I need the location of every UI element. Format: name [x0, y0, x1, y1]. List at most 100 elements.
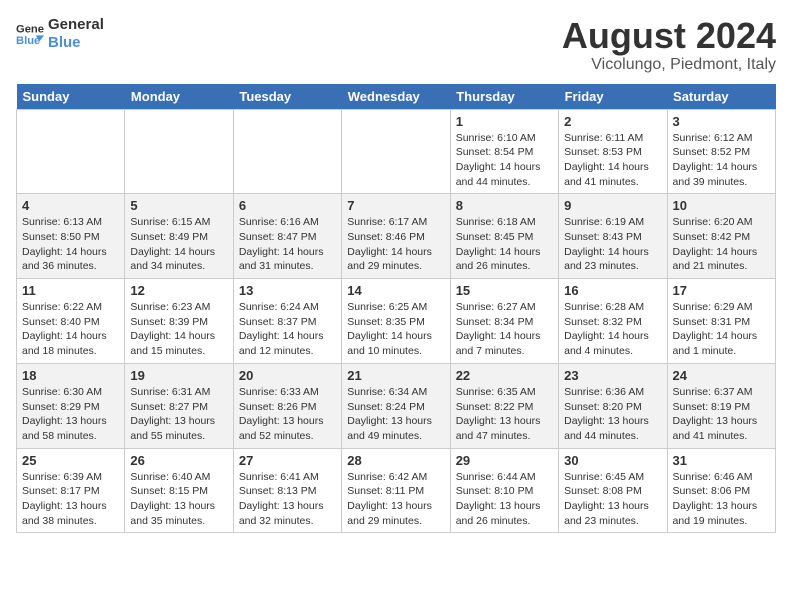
day-cell: 22 Sunrise: 6:35 AM Sunset: 8:22 PM Dayli…: [450, 363, 558, 448]
calendar-table: SundayMondayTuesdayWednesdayThursdayFrid…: [16, 84, 776, 534]
day-number: 15: [456, 283, 553, 298]
day-cell: 16 Sunrise: 6:28 AM Sunset: 8:32 PM Dayli…: [559, 279, 667, 364]
day-cell: 11Sunrise: 6:22 AM Sunset: 8:40 PM Dayli…: [17, 279, 125, 364]
day-number: 17: [673, 283, 770, 298]
day-cell: 8 Sunrise: 6:18 AM Sunset: 8:45 PM Daylig…: [450, 194, 558, 279]
logo-icon: General Blue: [16, 20, 44, 48]
month-title: August 2024: [562, 16, 776, 56]
day-cell: 15 Sunrise: 6:27 AM Sunset: 8:34 PM Dayli…: [450, 279, 558, 364]
day-info: Sunrise: 6:46 AM Sunset: 8:06 PM Dayligh…: [673, 470, 770, 529]
week-row-3: 11Sunrise: 6:22 AM Sunset: 8:40 PM Dayli…: [17, 279, 776, 364]
day-cell: 24 Sunrise: 6:37 AM Sunset: 8:19 PM Dayli…: [667, 363, 775, 448]
day-cell: 13Sunrise: 6:24 AM Sunset: 8:37 PM Dayli…: [233, 279, 341, 364]
day-info: Sunrise: 6:29 AM Sunset: 8:31 PM Dayligh…: [673, 300, 770, 359]
day-info: Sunrise: 6:44 AM Sunset: 8:10 PM Dayligh…: [456, 470, 553, 529]
day-info: Sunrise: 6:17 AM Sunset: 8:46 PM Dayligh…: [347, 215, 444, 274]
day-number: 1: [456, 114, 553, 129]
day-number: 6: [239, 198, 336, 213]
day-cell: 29 Sunrise: 6:44 AM Sunset: 8:10 PM Dayli…: [450, 448, 558, 533]
day-number: 24: [673, 368, 770, 383]
day-number: 21: [347, 368, 444, 383]
day-number: 19: [130, 368, 227, 383]
day-info: Sunrise: 6:27 AM Sunset: 8:34 PM Dayligh…: [456, 300, 553, 359]
day-cell: 10Sunrise: 6:20 AM Sunset: 8:42 PM Dayli…: [667, 194, 775, 279]
day-cell: 1Sunrise: 6:10 AM Sunset: 8:54 PM Daylig…: [450, 109, 558, 194]
week-row-4: 18Sunrise: 6:30 AM Sunset: 8:29 PM Dayli…: [17, 363, 776, 448]
day-number: 11: [22, 283, 119, 298]
day-number: 31: [673, 453, 770, 468]
week-row-1: 1Sunrise: 6:10 AM Sunset: 8:54 PM Daylig…: [17, 109, 776, 194]
day-number: 9: [564, 198, 661, 213]
day-info: Sunrise: 6:19 AM Sunset: 8:43 PM Dayligh…: [564, 215, 661, 274]
day-number: 27: [239, 453, 336, 468]
logo: General Blue General Blue: [16, 16, 104, 52]
day-number: 16: [564, 283, 661, 298]
day-info: Sunrise: 6:11 AM Sunset: 8:53 PM Dayligh…: [564, 131, 661, 190]
day-number: 5: [130, 198, 227, 213]
day-number: 2: [564, 114, 661, 129]
day-number: 8: [456, 198, 553, 213]
day-cell: 6 Sunrise: 6:16 AM Sunset: 8:47 PM Daylig…: [233, 194, 341, 279]
day-cell: 18Sunrise: 6:30 AM Sunset: 8:29 PM Dayli…: [17, 363, 125, 448]
day-number: 28: [347, 453, 444, 468]
day-number: 23: [564, 368, 661, 383]
day-number: 26: [130, 453, 227, 468]
day-number: 29: [456, 453, 553, 468]
day-cell: 21 Sunrise: 6:34 AM Sunset: 8:24 PM Dayli…: [342, 363, 450, 448]
week-row-5: 25 Sunrise: 6:39 AM Sunset: 8:17 PM Dayli…: [17, 448, 776, 533]
day-number: 10: [673, 198, 770, 213]
day-info: Sunrise: 6:36 AM Sunset: 8:20 PM Dayligh…: [564, 385, 661, 444]
day-info: Sunrise: 6:16 AM Sunset: 8:47 PM Dayligh…: [239, 215, 336, 274]
day-number: 22: [456, 368, 553, 383]
day-number: 30: [564, 453, 661, 468]
location-title: Vicolungo, Piedmont, Italy: [562, 56, 776, 74]
day-info: Sunrise: 6:33 AM Sunset: 8:26 PM Dayligh…: [239, 385, 336, 444]
day-number: 7: [347, 198, 444, 213]
day-info: Sunrise: 6:37 AM Sunset: 8:19 PM Dayligh…: [673, 385, 770, 444]
day-info: Sunrise: 6:34 AM Sunset: 8:24 PM Dayligh…: [347, 385, 444, 444]
day-cell: [342, 109, 450, 194]
day-cell: 3Sunrise: 6:12 AM Sunset: 8:52 PM Daylig…: [667, 109, 775, 194]
day-cell: [233, 109, 341, 194]
day-number: 4: [22, 198, 119, 213]
logo-line1: General: [48, 16, 104, 34]
day-number: 20: [239, 368, 336, 383]
day-cell: 2 Sunrise: 6:11 AM Sunset: 8:53 PM Daylig…: [559, 109, 667, 194]
day-info: Sunrise: 6:23 AM Sunset: 8:39 PM Dayligh…: [130, 300, 227, 359]
day-number: 12: [130, 283, 227, 298]
day-info: Sunrise: 6:28 AM Sunset: 8:32 PM Dayligh…: [564, 300, 661, 359]
day-number: 18: [22, 368, 119, 383]
day-cell: 26Sunrise: 6:40 AM Sunset: 8:15 PM Dayli…: [125, 448, 233, 533]
day-number: 14: [347, 283, 444, 298]
day-info: Sunrise: 6:18 AM Sunset: 8:45 PM Dayligh…: [456, 215, 553, 274]
day-cell: 14 Sunrise: 6:25 AM Sunset: 8:35 PM Dayli…: [342, 279, 450, 364]
svg-text:General: General: [16, 24, 44, 36]
day-number: 25: [22, 453, 119, 468]
day-info: Sunrise: 6:42 AM Sunset: 8:11 PM Dayligh…: [347, 470, 444, 529]
day-cell: [125, 109, 233, 194]
day-info: Sunrise: 6:35 AM Sunset: 8:22 PM Dayligh…: [456, 385, 553, 444]
day-number: 13: [239, 283, 336, 298]
title-area: August 2024 Vicolungo, Piedmont, Italy: [562, 16, 776, 74]
header-monday: Monday: [125, 84, 233, 110]
header-tuesday: Tuesday: [233, 84, 341, 110]
day-info: Sunrise: 6:39 AM Sunset: 8:17 PM Dayligh…: [22, 470, 119, 529]
header-wednesday: Wednesday: [342, 84, 450, 110]
day-info: Sunrise: 6:13 AM Sunset: 8:50 PM Dayligh…: [22, 215, 119, 274]
day-info: Sunrise: 6:25 AM Sunset: 8:35 PM Dayligh…: [347, 300, 444, 359]
header-saturday: Saturday: [667, 84, 775, 110]
day-cell: 28 Sunrise: 6:42 AM Sunset: 8:11 PM Dayli…: [342, 448, 450, 533]
day-cell: 19Sunrise: 6:31 AM Sunset: 8:27 PM Dayli…: [125, 363, 233, 448]
header-sunday: Sunday: [17, 84, 125, 110]
day-cell: 27Sunrise: 6:41 AM Sunset: 8:13 PM Dayli…: [233, 448, 341, 533]
day-cell: 31 Sunrise: 6:46 AM Sunset: 8:06 PM Dayli…: [667, 448, 775, 533]
day-cell: 12 Sunrise: 6:23 AM Sunset: 8:39 PM Dayli…: [125, 279, 233, 364]
day-cell: 17 Sunrise: 6:29 AM Sunset: 8:31 PM Dayli…: [667, 279, 775, 364]
day-cell: 7 Sunrise: 6:17 AM Sunset: 8:46 PM Daylig…: [342, 194, 450, 279]
svg-text:Blue: Blue: [16, 35, 40, 47]
header-friday: Friday: [559, 84, 667, 110]
day-cell: 9 Sunrise: 6:19 AM Sunset: 8:43 PM Daylig…: [559, 194, 667, 279]
day-info: Sunrise: 6:45 AM Sunset: 8:08 PM Dayligh…: [564, 470, 661, 529]
day-cell: 23 Sunrise: 6:36 AM Sunset: 8:20 PM Dayli…: [559, 363, 667, 448]
day-info: Sunrise: 6:15 AM Sunset: 8:49 PM Dayligh…: [130, 215, 227, 274]
